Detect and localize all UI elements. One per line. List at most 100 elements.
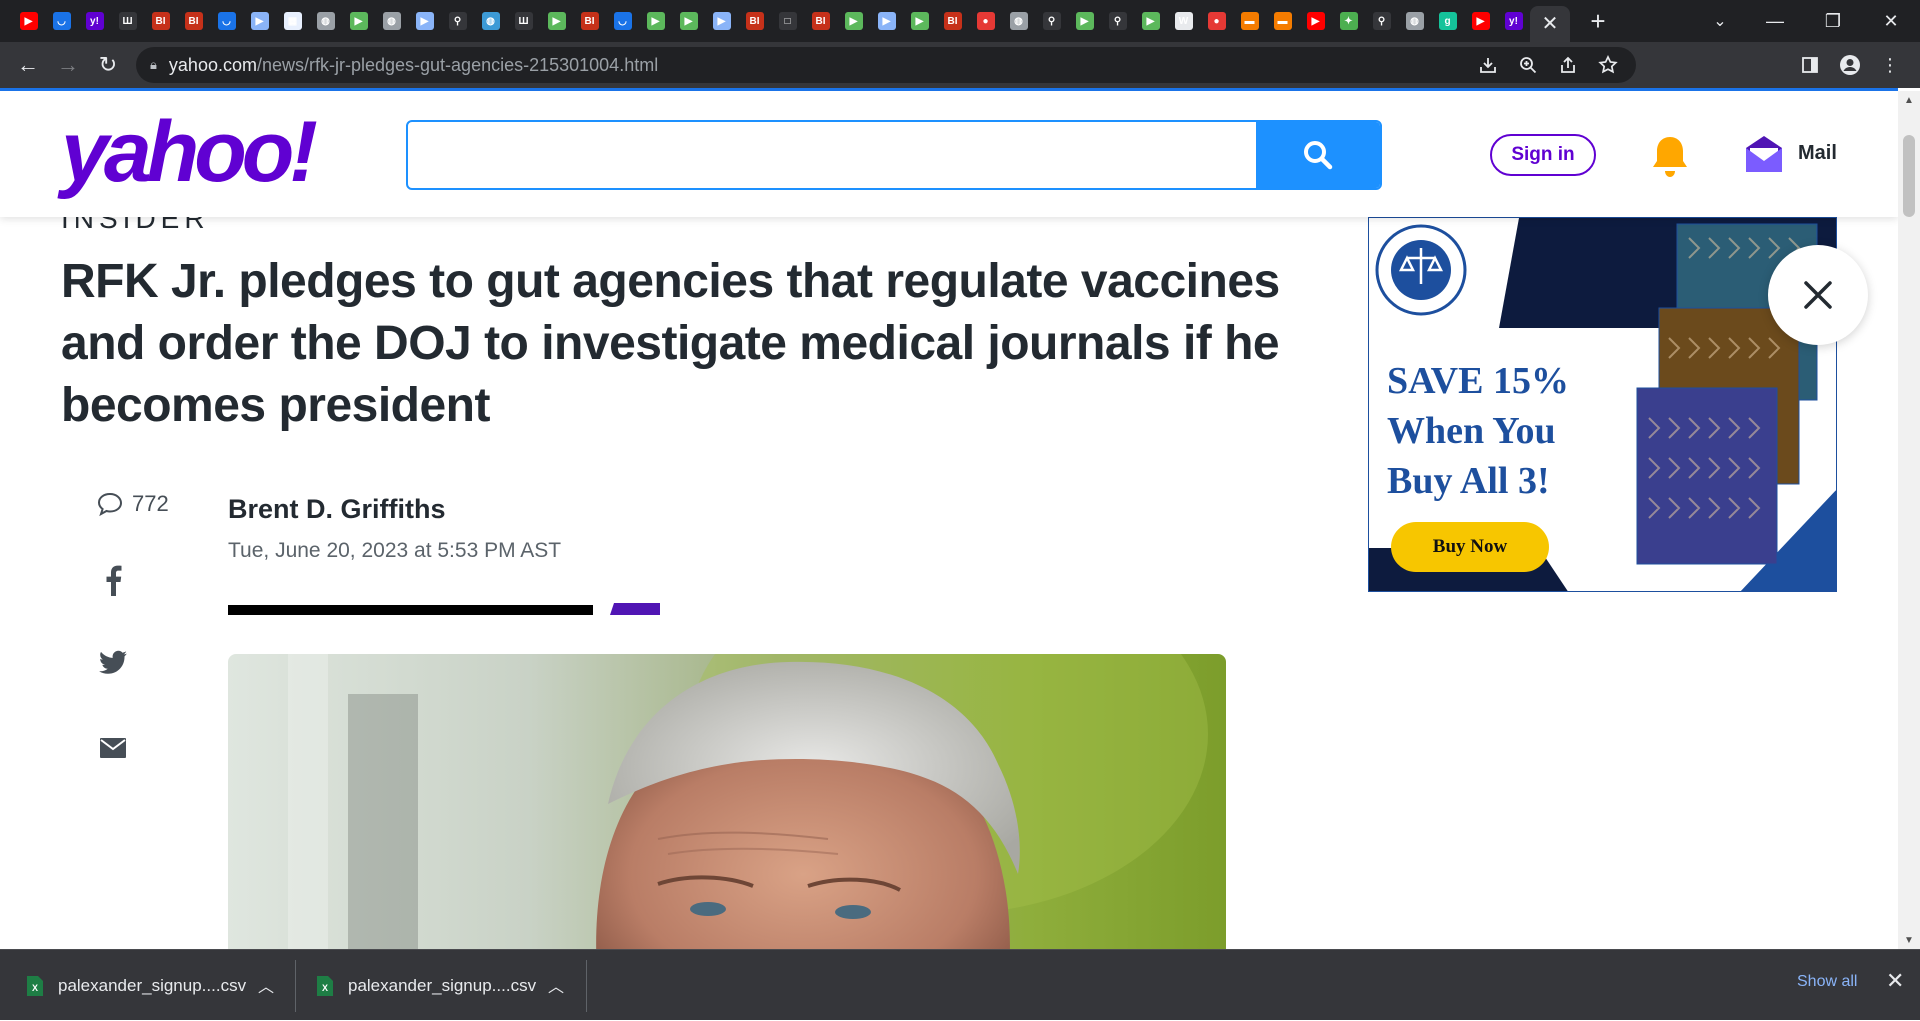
byline: Brent D. Griffiths Tue, June 20, 2023 at…	[228, 494, 561, 563]
address-bar[interactable]: 🔒︎ yahoo.com/news/rfk-jr-pledges-gut-age…	[136, 47, 1636, 83]
browser-tab[interactable]: ▶	[342, 0, 375, 42]
browser-tab[interactable]: ⚲	[441, 0, 474, 42]
browser-tab[interactable]: ◡	[210, 0, 243, 42]
browser-tab[interactable]: ⚲	[1035, 0, 1068, 42]
back-button[interactable]: ←	[8, 45, 48, 85]
browser-tab[interactable]: ▶	[408, 0, 441, 42]
tab-search-chevron-icon[interactable]: ⌄	[1700, 0, 1740, 42]
new-tab-button[interactable]: +	[1578, 0, 1618, 42]
minimize-button[interactable]: —	[1746, 0, 1804, 42]
browser-tab[interactable]: ▶	[903, 0, 936, 42]
publish-date: Tue, June 20, 2023 at 5:53 PM AST	[228, 539, 562, 562]
install-app-icon[interactable]	[1468, 47, 1508, 83]
scroll-down-arrow-icon[interactable]: ▼	[1898, 931, 1920, 949]
browser-tab[interactable]: ▶	[672, 0, 705, 42]
browser-tab[interactable]: ◡	[45, 0, 78, 42]
browser-tab[interactable]: ▶	[705, 0, 738, 42]
browser-tab[interactable]: ▶	[870, 0, 903, 42]
podcast-icon: ●	[1207, 12, 1226, 30]
browser-tab[interactable]: ▶	[1134, 0, 1167, 42]
bookmark-star-icon[interactable]	[1588, 47, 1628, 83]
ad-close-button[interactable]	[1768, 245, 1868, 345]
menu-icon[interactable]: ⋮	[1870, 42, 1910, 88]
scroll-thumb[interactable]	[1903, 135, 1915, 217]
lock-icon[interactable]: 🔒︎	[150, 57, 157, 73]
download-options-chevron-icon[interactable]: ︿	[548, 973, 564, 997]
browser-tab[interactable]: ◍	[1398, 0, 1431, 42]
browser-tab[interactable]: ◍	[474, 0, 507, 42]
browser-tab[interactable]: ⚲	[1365, 0, 1398, 42]
mail-icon[interactable]	[1744, 134, 1784, 174]
forward-button[interactable]: →	[48, 45, 88, 85]
browser-tab[interactable]: ▶	[1464, 0, 1497, 42]
yahoo-icon: y!	[85, 12, 104, 30]
browser-tab[interactable]: y!	[78, 0, 111, 42]
close-tab-icon[interactable]: ✕	[1542, 14, 1559, 34]
comments-button[interactable]: 772	[96, 491, 169, 517]
restore-button[interactable]: ❐	[1804, 0, 1862, 42]
browser-tab[interactable]: W	[1167, 0, 1200, 42]
sign-in-button[interactable]: Sign in	[1490, 134, 1596, 176]
browser-tab[interactable]: ◍	[1002, 0, 1035, 42]
browser-tab[interactable]: BI	[177, 0, 210, 42]
active-tab[interactable]: ✕	[1530, 6, 1570, 42]
youtube-icon: ▶	[1471, 12, 1490, 30]
browser-tab[interactable]: BI	[573, 0, 606, 42]
browser-tab[interactable]: ▶	[639, 0, 672, 42]
close-download-bar-icon[interactable]: ✕	[1886, 968, 1904, 994]
browser-tab[interactable]: ▶	[1299, 0, 1332, 42]
browser-tab[interactable]: ▶	[12, 0, 45, 42]
browser-tab[interactable]: ▶	[1068, 0, 1101, 42]
browser-tab[interactable]: g	[1431, 0, 1464, 42]
download-item[interactable]: X palexander_signup....csv	[26, 950, 246, 1021]
scroll-up-arrow-icon[interactable]: ▲	[1898, 91, 1920, 109]
browser-tab[interactable]: ◍	[375, 0, 408, 42]
browser-tab[interactable]: ▬	[1266, 0, 1299, 42]
twitter-share-button[interactable]	[96, 646, 130, 680]
comment-icon	[97, 492, 123, 517]
show-all-downloads-link[interactable]: Show all	[1797, 973, 1857, 991]
yahoo-logo[interactable]: yahoo!	[61, 109, 318, 195]
browser-tab[interactable]: ✦	[1332, 0, 1365, 42]
browser-tab[interactable]: Ш	[507, 0, 540, 42]
reload-button[interactable]: ↻	[88, 45, 128, 85]
mail-link[interactable]: Mail	[1798, 142, 1837, 165]
download-options-chevron-icon[interactable]: ︿	[258, 973, 274, 997]
page-scrollbar[interactable]: ▲ ▼	[1898, 91, 1920, 949]
zoom-icon[interactable]	[1508, 47, 1548, 83]
browser-tab[interactable]: □	[771, 0, 804, 42]
author-name[interactable]: Brent D. Griffiths	[228, 494, 561, 525]
close-window-button[interactable]: ✕	[1862, 0, 1920, 42]
browser-tab[interactable]: y!	[1497, 0, 1530, 42]
browser-tab[interactable]: ●	[969, 0, 1002, 42]
download-item[interactable]: X palexander_signup....csv	[316, 950, 536, 1021]
browser-tab[interactable]: ▦	[276, 0, 309, 42]
search-button[interactable]	[1256, 122, 1380, 188]
browser-tab[interactable]: ⚲	[1101, 0, 1134, 42]
app-icon: ✦	[1339, 12, 1358, 30]
browser-tab[interactable]: ▶	[540, 0, 573, 42]
advertisement[interactable]: SAVE 15% When You Buy All 3! Buy Now	[1368, 217, 1837, 592]
browser-tab[interactable]: BI	[144, 0, 177, 42]
browser-tab[interactable]: BI	[936, 0, 969, 42]
browser-tab[interactable]: ●	[1200, 0, 1233, 42]
browser-tab[interactable]: ▬	[1233, 0, 1266, 42]
notification-bell-icon[interactable]	[1648, 133, 1692, 181]
profile-icon[interactable]	[1830, 42, 1870, 88]
browser-tab[interactable]: BI	[804, 0, 837, 42]
facebook-share-button[interactable]	[96, 563, 130, 597]
search-input[interactable]	[408, 122, 1258, 188]
side-panel-icon[interactable]	[1790, 42, 1830, 88]
svg-text:X: X	[322, 983, 328, 993]
ad-buy-now-button[interactable]: Buy Now	[1391, 522, 1549, 572]
ad-headline-line: SAVE 15%	[1387, 360, 1569, 402]
browser-tab[interactable]: ▶	[837, 0, 870, 42]
browser-tab[interactable]: BI	[738, 0, 771, 42]
browser-tab[interactable]: ◍	[309, 0, 342, 42]
email-share-button[interactable]	[96, 731, 130, 765]
browser-tab[interactable]: ◡	[606, 0, 639, 42]
globe-icon: ◍	[481, 12, 500, 30]
browser-tab[interactable]: ▶	[243, 0, 276, 42]
share-icon[interactable]	[1548, 47, 1588, 83]
browser-tab[interactable]: Ш	[111, 0, 144, 42]
